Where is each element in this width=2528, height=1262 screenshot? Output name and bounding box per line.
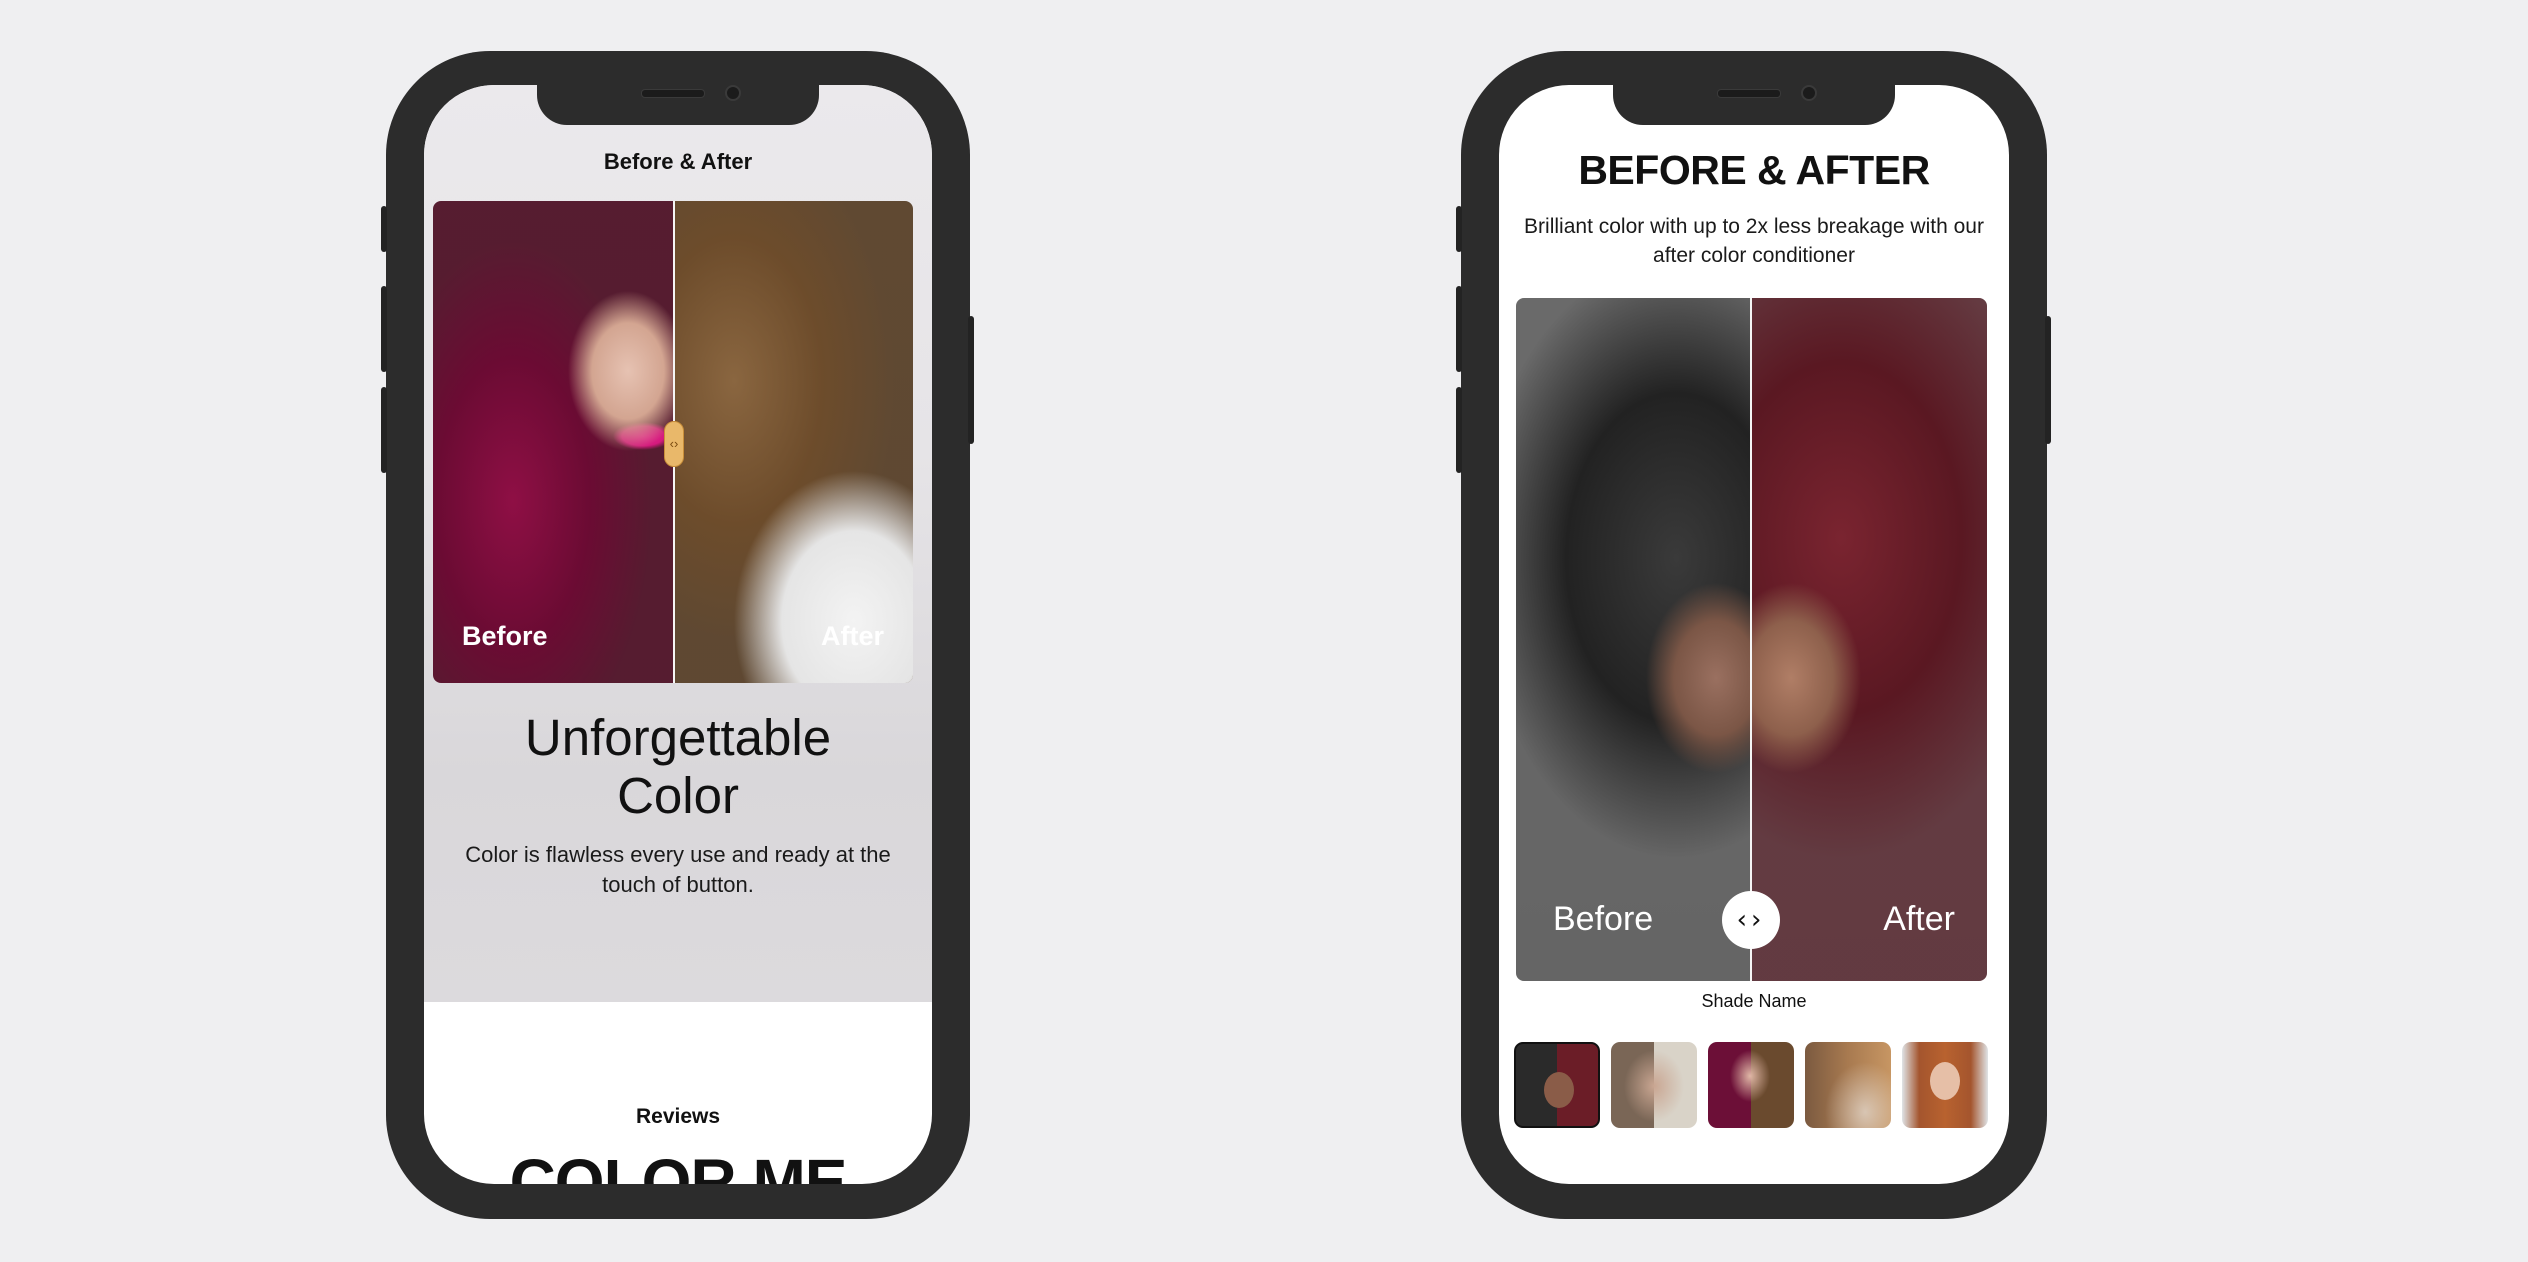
side-button	[381, 387, 387, 473]
chevron-left-icon: ‹	[1736, 905, 1751, 935]
before-label: Before	[462, 621, 548, 651]
shade-thumbnail[interactable]	[1611, 1042, 1697, 1128]
thumbnail-face	[1611, 1042, 1697, 1128]
phone-notch	[1613, 85, 1895, 125]
before-after-slider[interactable]: ‹› Before After	[433, 201, 913, 683]
shade-name-label: Shade Name	[1701, 991, 1807, 1011]
thumbnail-face	[1708, 1042, 1794, 1128]
speaker-grill	[1717, 89, 1781, 98]
chevron-right-icon: ›	[1751, 905, 1766, 935]
side-button	[1456, 387, 1462, 473]
after-label: After	[820, 621, 884, 651]
camera-icon	[1801, 85, 1817, 101]
shade-thumbnail[interactable]	[1805, 1042, 1891, 1128]
thumbnail-face	[1805, 1042, 1891, 1128]
speaker-grill	[641, 89, 705, 98]
page-header-title: Before & After	[603, 149, 753, 174]
phone-frame-left: Before & After ‹› Before After Unforgett…	[381, 51, 974, 1219]
phone-screen-left: Before & After ‹› Before After Unforgett…	[424, 85, 932, 1184]
thumbnail-face	[1544, 1072, 1574, 1108]
side-button	[1456, 286, 1462, 372]
thumbnail-face	[1930, 1062, 1960, 1100]
shade-thumbnail[interactable]	[1708, 1042, 1794, 1128]
shade-thumbnails	[1514, 1042, 1994, 1132]
section-heading-line: Unforgettable	[524, 709, 832, 766]
phone-notch	[537, 85, 819, 125]
page-title: BEFORE & AFTER	[1578, 147, 1930, 193]
slider-handle[interactable]: ‹›	[664, 421, 684, 467]
side-button	[381, 206, 387, 252]
page-subtitle: Brilliant color with up to 2x less break…	[1524, 215, 1984, 267]
phone-screen-right: BEFORE & AFTER Brilliant color with up t…	[1499, 85, 2009, 1184]
camera-icon	[725, 85, 741, 101]
shade-thumbnail[interactable]	[1514, 1042, 1600, 1128]
reviews-label: Reviews	[635, 1105, 721, 1128]
slider-handle[interactable]: ‹›	[1722, 891, 1780, 949]
section-heading: Unforgettable Color	[424, 709, 932, 825]
before-image	[433, 201, 674, 683]
side-button	[968, 316, 974, 444]
slider-divider	[1750, 298, 1752, 981]
after-image	[674, 201, 913, 683]
side-button	[381, 286, 387, 372]
after-image	[1751, 298, 1987, 981]
shade-thumbnail[interactable]	[1902, 1042, 1988, 1128]
before-label: Before	[1553, 900, 1654, 938]
before-image	[1516, 298, 1751, 981]
phone-frame-right: BEFORE & AFTER Brilliant color with up t…	[1456, 51, 2051, 1219]
chevron-right-icon: ›	[674, 436, 679, 451]
after-label: After	[1883, 900, 1955, 938]
side-button	[1456, 206, 1462, 252]
side-button	[2045, 316, 2051, 444]
before-after-slider[interactable]: ‹› Before After	[1516, 298, 1987, 981]
reviews-heading: COLOR ME	[509, 1146, 848, 1184]
section-heading-line: Color	[617, 767, 739, 824]
section-body-text: Color is flawless every use and ready at…	[465, 842, 891, 897]
